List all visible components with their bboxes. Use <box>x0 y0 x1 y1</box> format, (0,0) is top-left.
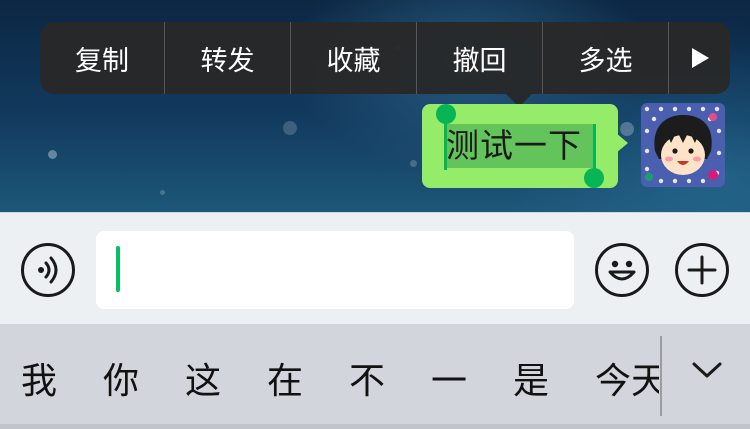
message-text[interactable]: 测试一下 <box>446 124 594 168</box>
menu-copy[interactable]: 复制 <box>40 22 165 94</box>
candidate-word[interactable]: 我 <box>21 352 57 404</box>
candidate-word[interactable]: 一 <box>431 352 467 404</box>
voice-button[interactable] <box>21 243 75 297</box>
text-caret <box>116 246 120 292</box>
candidate-word[interactable]: 在 <box>267 352 303 404</box>
more-functions-button[interactable] <box>675 243 729 297</box>
voice-icon <box>38 256 58 284</box>
menu-recall[interactable]: 撤回 <box>417 22 543 94</box>
play-right-icon <box>691 48 709 68</box>
chat-input-bar <box>0 212 750 325</box>
expand-candidates-button[interactable] <box>676 350 738 390</box>
candidate-word[interactable]: 是 <box>513 352 549 404</box>
emoji-button[interactable] <box>595 243 649 297</box>
cartoon-girl-avatar-icon <box>641 103 725 187</box>
menu-forward[interactable]: 转发 <box>165 22 291 94</box>
smiley-face-icon <box>608 260 636 281</box>
keyboard-keys-edge <box>0 424 750 429</box>
plus-icon <box>687 255 717 285</box>
chevron-down-icon <box>692 362 722 378</box>
keyboard-candidate-bar: 我 你 这 在 不 一 是 今天 <box>0 324 750 429</box>
candidate-divider <box>660 336 662 416</box>
candidate-word[interactable]: 这 <box>185 352 221 404</box>
message-input[interactable] <box>96 231 574 309</box>
selection-end-handle[interactable] <box>584 168 604 188</box>
menu-multi-select[interactable]: 多选 <box>543 22 669 94</box>
candidate-word[interactable]: 今天 <box>595 352 659 404</box>
candidate-word[interactable]: 你 <box>103 352 139 404</box>
selection-start-handle[interactable] <box>436 104 456 124</box>
avatar[interactable] <box>641 103 725 187</box>
menu-more-button[interactable] <box>669 22 730 94</box>
bubble-tail <box>616 133 628 153</box>
message-context-menu: 复制 转发 收藏 撤回 多选 <box>40 22 730 94</box>
menu-favorite[interactable]: 收藏 <box>291 22 417 94</box>
candidate-word[interactable]: 不 <box>349 352 385 404</box>
